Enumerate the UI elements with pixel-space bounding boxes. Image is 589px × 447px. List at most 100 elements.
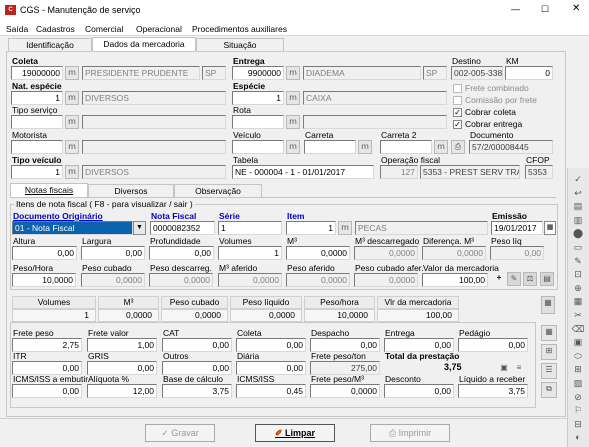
comissao-checkbox[interactable] [453,96,462,105]
calc-r1-field-2[interactable]: 0,00 [162,338,232,352]
imprimir-button[interactable]: ⎙ Imprimir [370,424,450,442]
carreta-lookup-button[interactable]: ⅿ [358,140,372,154]
menu-procedimentos[interactable]: Procedimentos auxiliares [192,24,287,34]
carreta2-lookup-button[interactable]: ⅿ [434,140,448,154]
maximize-icon[interactable]: ☐ [541,4,549,14]
calc-r1-field-0[interactable]: 2,75 [12,338,82,352]
item-input[interactable]: 1 [286,221,336,235]
print-doc-icon[interactable]: ⎙ [451,140,465,154]
veiculo-lookup-button[interactable]: ⅿ [286,140,300,154]
calc-r2-field-1[interactable]: 0,00 [87,361,157,375]
items-r2-field-0[interactable]: 10,0000 [12,273,76,287]
totals-header-3: Peso líquido [230,296,302,309]
items-r1-field-1[interactable]: 0,00 [81,246,145,260]
calc-r3-field-4[interactable]: 0,0000 [310,384,380,398]
entrega-code-input[interactable]: 9900000 [232,66,284,80]
calc-r3-field-6[interactable]: 3,75 [458,384,528,398]
menu-comercial[interactable]: Comercial [85,24,123,34]
limpar-button[interactable]: ✐ Limpar [255,424,335,442]
calc-r3-field-1[interactable]: 12,00 [87,384,157,398]
carreta-label: Carreta [305,130,334,140]
documento-originario-label: Documento Originário [13,211,103,221]
tipo-veiculo-lookup-button[interactable]: ⅿ [65,165,79,179]
side-calc-icon-2[interactable]: ⊞ [541,344,557,360]
tipo-veiculo-input[interactable]: 1 [11,165,63,179]
side-tool-icon-19[interactable]: ◐ [569,430,587,446]
summary-icon[interactable]: ▦ [541,296,555,314]
gravar-button[interactable]: ✓ Gravar [145,424,215,442]
items-r1-field-2[interactable]: 0,00 [149,246,214,260]
emissao-input[interactable]: 19/01/2017 [491,221,543,235]
add-icon[interactable]: + [492,272,506,286]
menu-cadastros[interactable]: Cadastros [36,24,75,34]
tab-notas-fiscais[interactable]: Notas fiscais [10,183,88,197]
items-r1-field-3[interactable]: 1 [218,246,282,260]
calc-r1-field-3[interactable]: 0,00 [236,338,306,352]
side-calc-icon-1[interactable]: ▦ [541,325,557,341]
tipo-servico-input[interactable] [11,115,63,129]
items-r2-label-2: Peso descarreg. [150,263,212,273]
side-calc-icon-4[interactable]: ⧉ [541,382,557,398]
calc-r3-field-3[interactable]: 0,45 [236,384,306,398]
tab-diversos[interactable]: Diversos [88,184,174,197]
nota-fiscal-input[interactable]: 0000082352 [150,221,215,235]
entrega-lookup-button[interactable]: ⅿ [286,66,300,80]
carreta-input[interactable] [304,140,356,154]
cobrar-entrega-checkbox[interactable]: ✓ [453,120,462,129]
frete-combinado-checkbox[interactable] [453,84,462,93]
calendar-icon[interactable]: ▦ [544,221,556,235]
nat-especie-lookup-button[interactable]: ⅿ [65,91,79,105]
grid-icon[interactable]: ▤ [540,272,554,286]
tabela-field[interactable]: NE - 000004 - 1 - 01/01/2017 [232,165,374,179]
calc-r1-field-6[interactable]: 0,00 [458,338,528,352]
calc-r2-field-0[interactable]: 0,00 [12,361,82,375]
tab-identificacao[interactable]: Identificação [8,38,92,51]
motorista-lookup-button[interactable]: ⅿ [65,140,79,154]
calc-r2-field-2[interactable]: 0,00 [162,361,232,375]
item-lookup-button[interactable]: ⅿ [338,221,352,235]
motorista-input[interactable] [11,140,63,154]
items-r1-field-4[interactable]: 0,0000 [286,246,350,260]
calc-r3-field-5[interactable]: 0,00 [384,384,454,398]
cobrar-coleta-checkbox[interactable]: ✓ [453,108,462,117]
tipo-servico-lookup-button[interactable]: ⅿ [65,115,79,129]
calc-r1-field-5[interactable]: 0,00 [384,338,454,352]
calc-r1-label-6: Pedágio [459,328,491,338]
nat-especie-input[interactable]: 1 [11,91,63,105]
calc-r1-field-1[interactable]: 1,00 [87,338,157,352]
calc-r3-field-0[interactable]: 0,00 [12,384,82,398]
items-r1-field-0[interactable]: 0,00 [12,246,77,260]
serie-input[interactable]: 1 [218,221,282,235]
calc-r1-field-4[interactable]: 0,00 [310,338,380,352]
rota-lookup-button[interactable]: ⅿ [286,115,300,129]
operacao-fiscal-label: Operação fiscal [381,155,441,165]
tab-dados-mercadoria[interactable]: Dados da mercadoria [92,37,196,51]
app-icon: C [5,5,16,15]
coleta-lookup-button[interactable]: ⅿ [65,66,79,80]
veiculo-input[interactable] [232,140,284,154]
km-label: KM [506,56,519,66]
tab-situacao[interactable]: Situação [196,38,284,51]
documento-originario-select[interactable]: 01 - Nota Fiscal [12,221,133,235]
items-r2-field-6[interactable]: 100,00 [422,273,488,287]
menu-saida[interactable]: Saída [6,24,28,34]
minimize-icon[interactable]: — [511,4,520,14]
calc-r2-label-1: GRIS [88,351,109,361]
calc-total-prestacao-value: 3,75 [444,362,462,372]
carreta2-input[interactable] [380,140,432,154]
especie-input[interactable]: 1 [232,91,284,105]
scale-icon[interactable]: ⚖ [523,272,537,286]
coleta-code-input[interactable]: 19000000 [11,66,63,80]
rota-input[interactable] [232,115,284,129]
menu-operacional[interactable]: Operacional [136,24,182,34]
close-icon[interactable]: ✕ [572,4,580,14]
items-r1-label-6: Diferença. M³ [423,236,475,246]
tools-icon[interactable]: ✎ [507,272,521,286]
especie-lookup-button[interactable]: ⅿ [286,91,300,105]
km-input[interactable]: 0 [505,66,553,80]
calc-r3-field-2[interactable]: 3,75 [162,384,232,398]
chevron-down-icon[interactable]: ▼ [133,221,146,235]
calc-r2-field-3[interactable]: 0,00 [236,361,306,375]
side-calc-icon-3[interactable]: ☰ [541,363,557,379]
tab-observacao[interactable]: Observação [174,184,262,197]
